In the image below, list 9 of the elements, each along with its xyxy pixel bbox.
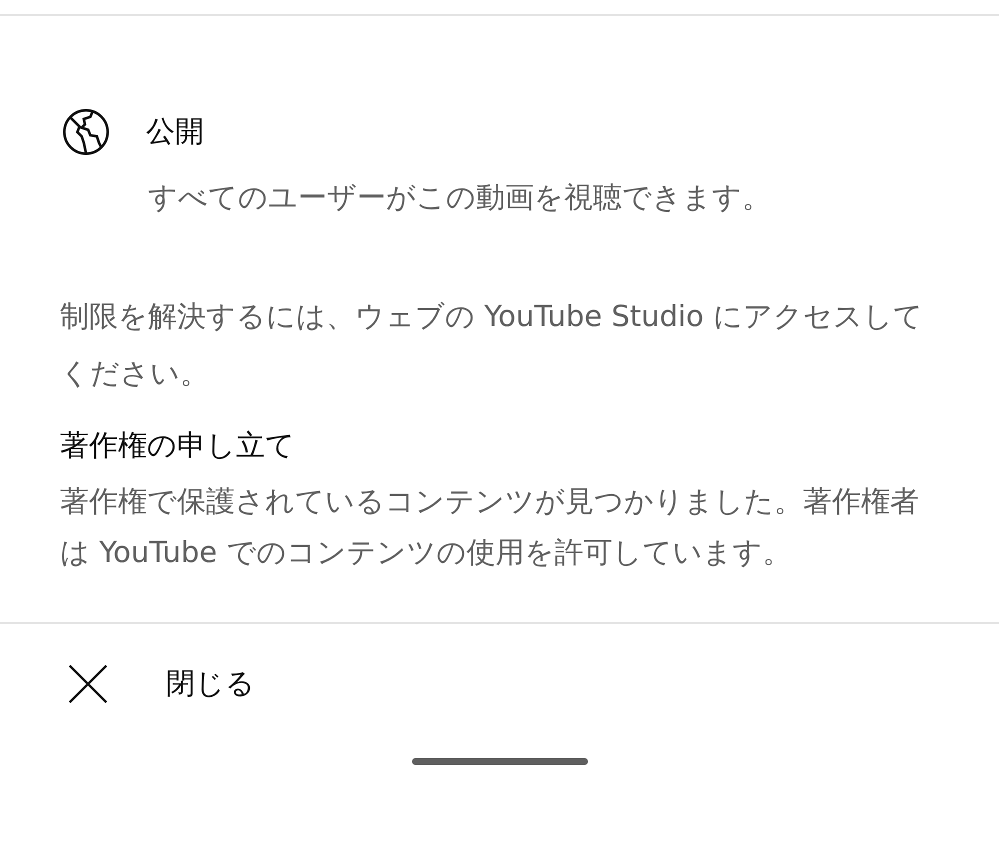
- close-button[interactable]: 閉じる: [66, 662, 255, 706]
- claim-text: 著作権で保護されているコンテンツが見つかりました。著作権者は YouTube でのコンテンツの使用を許可しています。: [60, 483, 920, 571]
- globe-icon: [60, 106, 112, 158]
- claim-title: 著作権の申し立て: [60, 427, 296, 464]
- notice-text: 制限を解決するには、ウェブの YouTube Studio にアクセスしてください。: [60, 298, 924, 392]
- close-icon: [66, 662, 110, 706]
- visibility-title: 公開: [146, 113, 204, 150]
- gesture-handle[interactable]: [412, 758, 588, 765]
- visibility-description: すべてのユーザーがこの動画を視聴できます。: [148, 179, 772, 216]
